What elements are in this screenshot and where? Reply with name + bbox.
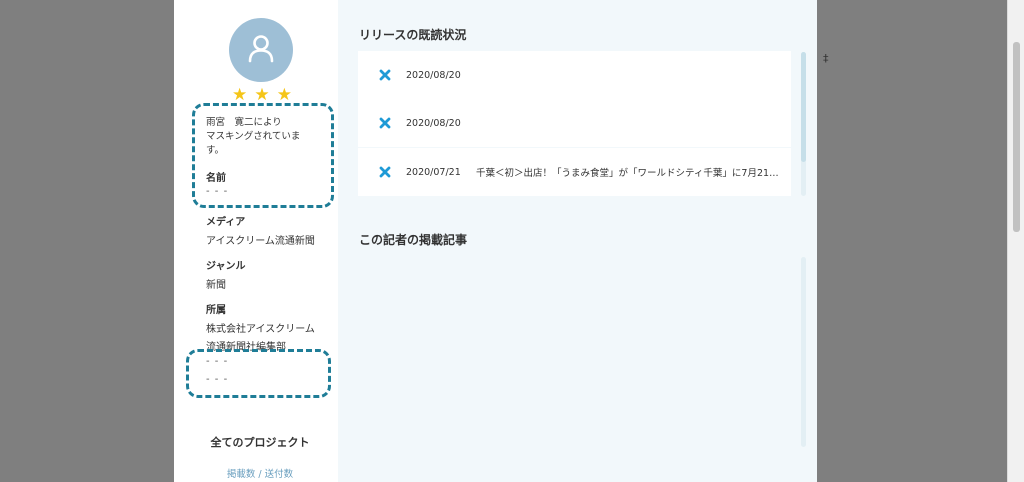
user-icon [246,33,276,67]
star-icon: ★ [232,85,248,105]
affiliation-value: 株式会社アイスクリーム [206,324,315,335]
journalist-detail-modal: ★ ★ ★ 雨宮 寛二により マスキングされていま す。 名前 - - - メデ… [174,0,817,482]
genre-label: ジャンル [206,261,246,272]
star-icon: ★ [254,85,270,105]
x-icon [378,165,392,179]
extra-value-1: - - - [206,356,229,367]
articles-list-scrollbar[interactable] [801,257,806,447]
name-label: 名前 [206,173,226,184]
window-scrollbar-thumb[interactable] [1013,42,1020,232]
release-list-scrollbar[interactable] [801,52,806,196]
rating-stars: ★ ★ ★ [232,85,292,105]
release-date: 2020/08/20 [406,117,461,129]
backdrop-edge-text: ‡ [823,52,829,65]
name-value: - - - [206,186,229,197]
affiliation-label: 所属 [206,305,226,316]
window-scrollbar[interactable] [1007,0,1024,482]
count-link[interactable]: 掲載数 / 送付数 [174,466,346,480]
extra-value-2: - - - [206,374,229,385]
release-date: 2020/07/21 [406,166,461,178]
release-row[interactable]: 2020/08/20 [358,99,791,147]
articles-title: この記者の掲載記事 [359,233,468,247]
release-list-scrollbar-thumb[interactable] [801,52,806,162]
masked-note: 雨宮 寛二により マスキングされていま す。 [206,117,301,156]
media-value: アイスクリーム流通新聞 [206,236,315,247]
x-icon [378,116,392,130]
x-icon [378,68,392,82]
media-label: メディア [206,217,246,228]
star-icon: ★ [276,85,292,105]
genre-value: 新聞 [206,280,226,291]
profile-sidebar: ★ ★ ★ 雨宮 寛二により マスキングされていま す。 名前 - - - メデ… [174,0,338,482]
all-projects-heading: 全てのプロジェクト [210,436,310,449]
avatar [229,18,293,82]
release-date: 2020/08/20 [406,69,461,81]
release-status-title: リリースの既読状況 [359,28,467,42]
release-title: 千葉＜初＞出店！「うまみ食堂」が「ワールドシティ千葉」に7月21日オープン [476,168,781,179]
release-row[interactable]: 2020/07/21 千葉＜初＞出店！「うまみ食堂」が「ワールドシティ千葉」に7… [358,148,791,196]
release-row[interactable]: 2020/08/20 [358,51,791,99]
